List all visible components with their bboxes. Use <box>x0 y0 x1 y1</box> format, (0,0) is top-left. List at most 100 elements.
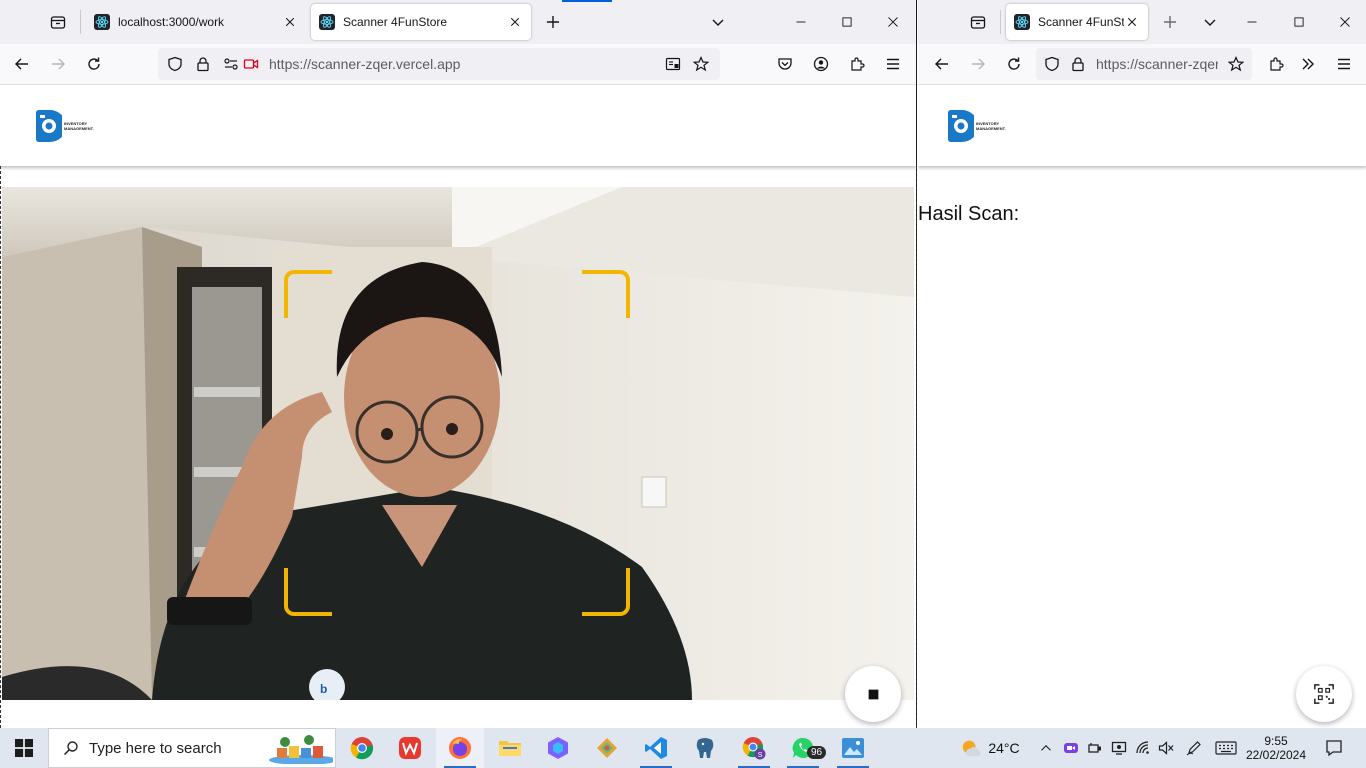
maximize-icon <box>1294 17 1304 27</box>
navigation-toolbar: https://scanner-zqer.vercel.app <box>918 44 1366 85</box>
forward-button[interactable] <box>962 48 994 80</box>
tray-display[interactable] <box>1108 728 1130 768</box>
wps-office-icon <box>399 737 421 759</box>
menu-button[interactable] <box>1328 48 1360 80</box>
tab-localhost-work[interactable]: localhost:3000/work <box>86 4 306 40</box>
taskbar-wps-office[interactable] <box>386 728 434 768</box>
permissions-icon[interactable] <box>223 56 239 72</box>
start-button[interactable] <box>0 728 48 768</box>
taskbar-chrome-profile[interactable]: S <box>730 728 778 768</box>
pocket-button[interactable] <box>769 48 801 80</box>
puzzle-icon <box>851 57 865 71</box>
plus-icon <box>1164 16 1176 28</box>
firefox-view-button[interactable] <box>962 6 994 38</box>
taskbar-file-explorer[interactable] <box>486 728 534 768</box>
taskbar-pgadmin[interactable] <box>681 728 729 768</box>
new-tab-button[interactable] <box>537 6 569 38</box>
bookmark-star-icon[interactable] <box>693 56 709 72</box>
reload-button[interactable] <box>78 48 110 80</box>
hamburger-menu-icon <box>887 58 899 70</box>
menu-button[interactable] <box>877 48 909 80</box>
chrome-profile-icon: S <box>742 737 766 760</box>
close-icon <box>285 17 295 27</box>
maximize-icon <box>842 17 852 27</box>
scan-frame-corner-top-right <box>582 270 630 318</box>
tab-close-button[interactable] <box>507 14 523 30</box>
reader-view-icon[interactable] <box>665 56 681 72</box>
vscode-icon <box>645 737 667 759</box>
back-button[interactable] <box>6 48 38 80</box>
close-window-button[interactable] <box>1322 0 1366 44</box>
weather-temperature: 24°C <box>988 740 1020 756</box>
stop-scan-button[interactable] <box>845 666 901 722</box>
inventory-logo-icon <box>36 110 62 142</box>
tray-pen-menu[interactable] <box>1182 728 1206 768</box>
notification-icon <box>1326 740 1342 757</box>
tab-scanner-4funstore[interactable]: Scanner 4FunStore <box>1006 4 1148 40</box>
taskbar-photos[interactable] <box>829 728 877 768</box>
account-button[interactable] <box>805 48 837 80</box>
pocket-icon <box>778 58 792 70</box>
firefox-view-icon <box>50 16 66 29</box>
tray-camera-in-use[interactable] <box>1060 728 1082 768</box>
taskbar-firefox[interactable] <box>436 728 484 768</box>
lock-icon[interactable] <box>1070 56 1086 72</box>
diamond-app-icon <box>597 738 617 758</box>
tray-volume[interactable] <box>1155 728 1177 768</box>
taskbar-search-box[interactable]: Type here to search <box>48 728 336 768</box>
taskbar-chrome[interactable] <box>338 728 386 768</box>
app-logo[interactable]: INVENTORY MANAGEMENT. <box>946 109 1008 143</box>
tab-title: Scanner 4FunStore <box>343 15 448 29</box>
tab-strip: localhost:3000/work Scanner 4FunStore <box>0 0 916 44</box>
search-icon <box>63 741 78 756</box>
taskbar-copilot-app[interactable] <box>534 728 582 768</box>
tab-scanner-4funstore[interactable]: Scanner 4FunStore <box>311 4 531 40</box>
extensions-button[interactable] <box>841 48 873 80</box>
tab-close-button[interactable] <box>282 14 298 30</box>
minimize-button[interactable] <box>1229 0 1275 44</box>
firefox-view-button[interactable] <box>42 6 74 38</box>
open-scanner-button[interactable] <box>1296 666 1352 722</box>
arrow-right-icon <box>972 58 985 70</box>
shield-icon[interactable] <box>167 56 183 72</box>
notification-center-button[interactable] <box>1316 728 1352 768</box>
app-logo[interactable]: INVENTORY MANAGEMENT. <box>34 109 96 143</box>
more-tools-button[interactable] <box>1292 48 1324 80</box>
tray-usb-device[interactable] <box>1084 728 1106 768</box>
bookmark-star-icon[interactable] <box>1228 56 1244 72</box>
lock-icon[interactable] <box>195 56 211 72</box>
taskbar-clock[interactable]: 9:55 22/02/2024 <box>1244 728 1308 768</box>
speaker-muted-icon <box>1158 741 1174 755</box>
puzzle-icon <box>1270 57 1284 71</box>
maximize-button[interactable] <box>1276 0 1322 44</box>
address-bar[interactable]: https://scanner-zqer.vercel.app <box>158 48 720 80</box>
tab-strip: Scanner 4FunStore <box>918 0 1366 44</box>
camera-in-use-icon[interactable] <box>243 56 259 72</box>
sun-cloud-icon <box>963 740 982 757</box>
close-icon <box>888 17 898 27</box>
minimize-button[interactable] <box>778 0 824 44</box>
maximize-button[interactable] <box>824 0 870 44</box>
show-hidden-icons-button[interactable] <box>1036 728 1056 768</box>
list-all-tabs-button[interactable] <box>1194 6 1226 38</box>
usb-device-icon <box>1088 743 1101 753</box>
shield-icon[interactable] <box>1044 56 1060 72</box>
forward-button[interactable] <box>42 48 74 80</box>
list-all-tabs-button[interactable] <box>702 6 734 38</box>
firefox-icon <box>449 737 471 759</box>
logo-text: INVENTORY MANAGEMENT. <box>64 121 94 131</box>
taskbar-vscode[interactable] <box>632 728 680 768</box>
weather-widget[interactable]: 24°C <box>950 728 1030 768</box>
close-window-button[interactable] <box>870 0 916 44</box>
taskbar-gitkraken[interactable] <box>583 728 631 768</box>
new-tab-button[interactable] <box>1154 6 1186 38</box>
back-button[interactable] <box>926 48 958 80</box>
taskbar-whatsapp[interactable]: 96 <box>779 728 827 768</box>
tray-network[interactable] <box>1132 728 1154 768</box>
tab-close-button[interactable] <box>1124 14 1140 30</box>
tray-touch-keyboard[interactable] <box>1210 728 1242 768</box>
chevron-double-right-icon <box>1302 58 1314 70</box>
extensions-button[interactable] <box>1260 48 1292 80</box>
address-bar[interactable]: https://scanner-zqer.vercel.app <box>1036 48 1252 80</box>
reload-button[interactable] <box>998 48 1030 80</box>
